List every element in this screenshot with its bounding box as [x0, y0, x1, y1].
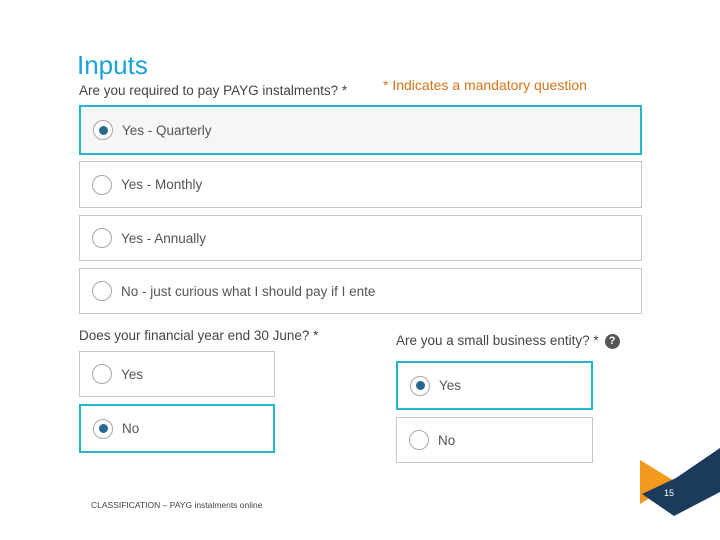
- radio-icon[interactable]: [92, 281, 112, 301]
- option-label: Yes - Quarterly: [122, 122, 212, 138]
- option-fy-no[interactable]: No: [79, 404, 275, 453]
- radio-icon[interactable]: [92, 228, 112, 248]
- corner-decoration: [640, 448, 720, 516]
- option-label: Yes - Annually: [121, 230, 207, 246]
- option-label: Yes: [439, 378, 462, 393]
- classification-footer: CLASSIFICATION – PAYG instalments online: [91, 500, 263, 510]
- option-label: Yes: [121, 366, 144, 382]
- radio-selected-icon[interactable]: [93, 418, 113, 439]
- slide-title: Inputs: [77, 50, 148, 80]
- option-sbe-no[interactable]: No: [396, 417, 593, 463]
- option-yes-monthly[interactable]: Yes - Monthly: [79, 161, 642, 208]
- option-label: No: [438, 432, 456, 448]
- option-fy-yes[interactable]: Yes: [79, 351, 275, 397]
- question-small-business: Are you a small business entity? *?: [396, 333, 620, 349]
- radio-icon[interactable]: [409, 430, 429, 450]
- radio-icon[interactable]: [92, 174, 112, 195]
- option-yes-quarterly[interactable]: Yes - Quarterly: [79, 105, 642, 155]
- option-label: No - just curious what I should pay if I…: [121, 283, 376, 299]
- radio-icon[interactable]: [92, 364, 112, 384]
- option-label: No: [122, 421, 140, 436]
- option-sbe-yes[interactable]: Yes: [396, 361, 593, 410]
- help-icon[interactable]: ?: [604, 333, 620, 349]
- question-text: Are you a small business entity? *: [396, 333, 599, 348]
- question-financial-year: Does your financial year end 30 June? *: [79, 328, 319, 343]
- mandatory-note: * Indicates a mandatory question: [383, 77, 587, 93]
- option-label: Yes - Monthly: [121, 177, 203, 192]
- question-payg: Are you required to pay PAYG instalments…: [79, 83, 348, 98]
- radio-selected-icon[interactable]: [410, 375, 430, 396]
- radio-selected-icon[interactable]: [93, 120, 113, 140]
- option-no-just-curious[interactable]: No - just curious what I should pay if I…: [79, 268, 642, 314]
- page-number: 15: [664, 488, 675, 498]
- option-yes-annually[interactable]: Yes - Annually: [79, 215, 642, 261]
